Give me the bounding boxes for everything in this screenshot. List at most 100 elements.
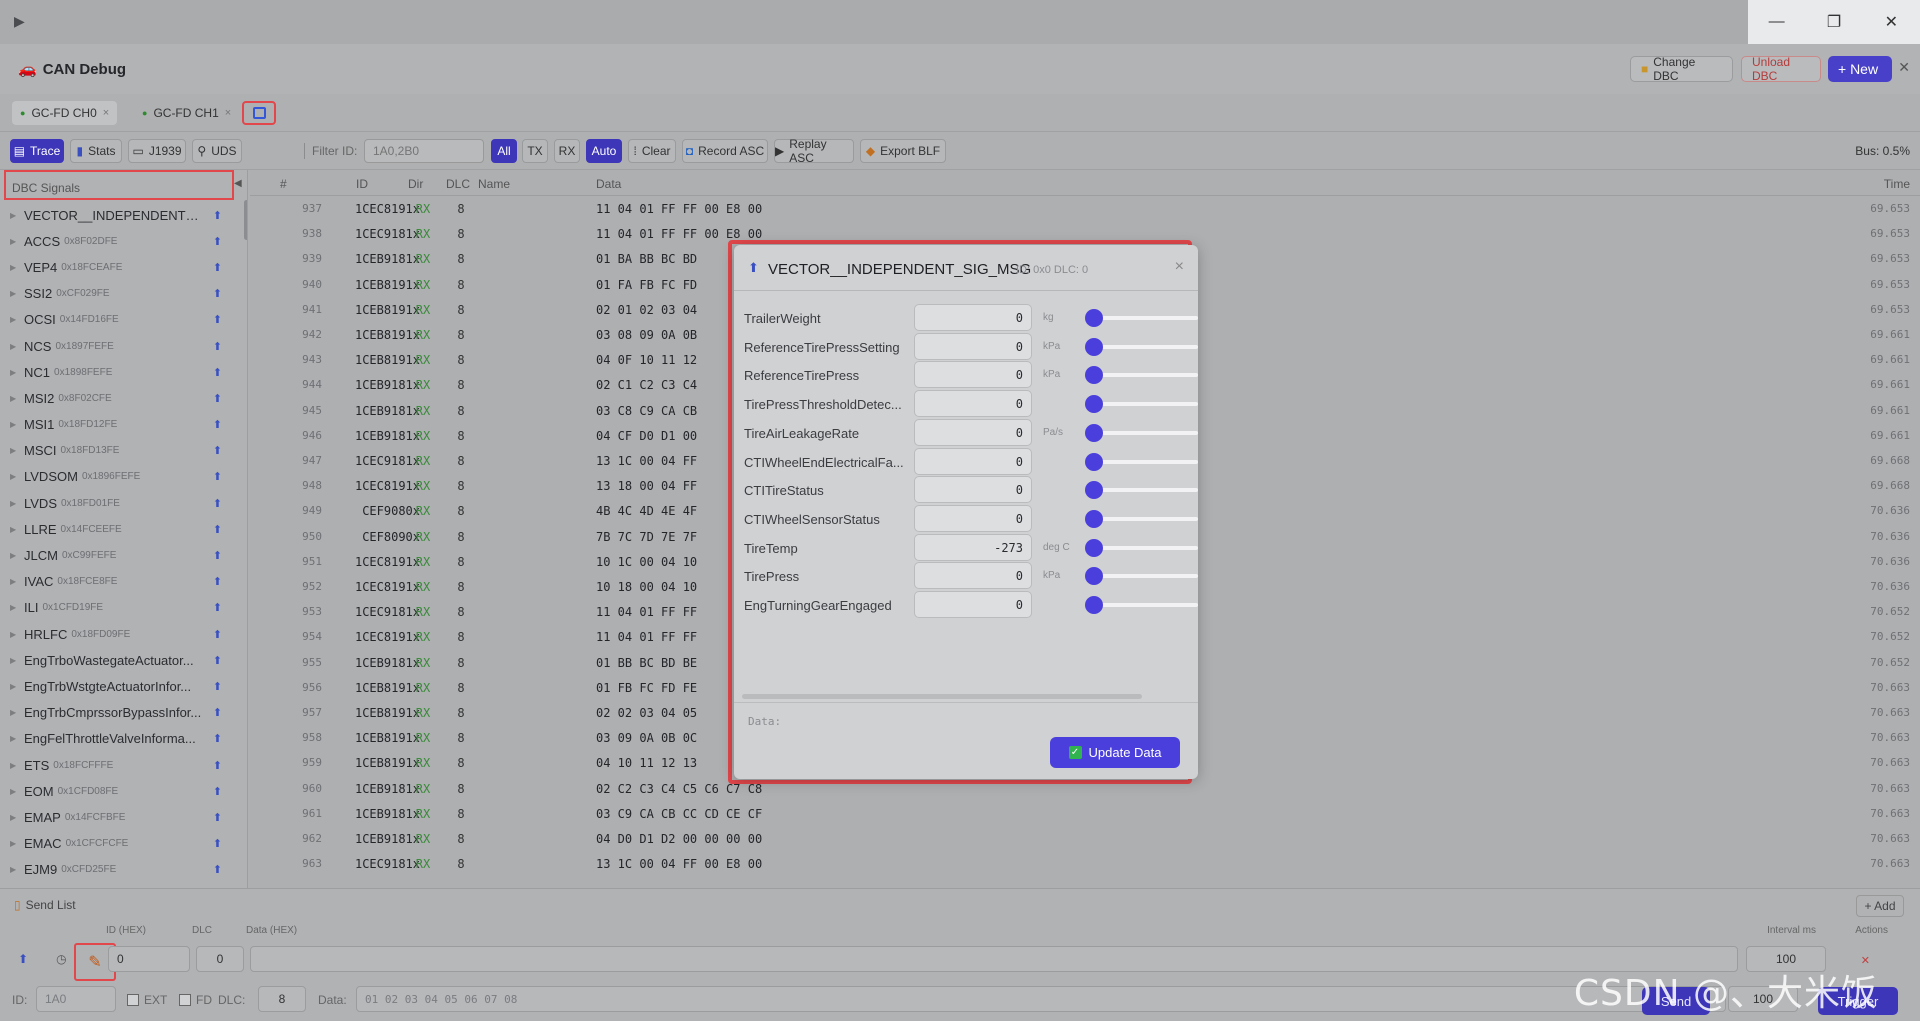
slider-handle[interactable] (1085, 538, 1103, 557)
record-asc-button[interactable]: ◘ Record ASC (682, 139, 768, 163)
signal-value-input[interactable]: 0 (914, 562, 1032, 590)
sidebar-item[interactable]: ▶ MSCI 0x18FD13FE ⬆ (0, 438, 244, 464)
slider-track[interactable] (1092, 373, 1198, 378)
send-icon[interactable]: ⬆ (213, 732, 222, 745)
run-icon[interactable]: ▶ (14, 13, 25, 30)
send-icon[interactable]: ⬆ (213, 863, 222, 876)
sidebar-item[interactable]: ▶ ETS 0x18FCFFFE ⬆ (0, 752, 244, 778)
expand-icon[interactable]: ▶ (10, 734, 24, 743)
sidebar-item[interactable]: ▶ LVDSOM 0x1896FEFE ⬆ (0, 464, 244, 490)
sidebar-item[interactable]: ▶ HRLFC 0x18FD09FE ⬆ (0, 621, 244, 647)
sidebar-item[interactable]: ▶ EJM9 0xCFD25FE ⬆ (0, 857, 244, 883)
slider-track[interactable] (1092, 603, 1198, 607)
uds-tab[interactable]: ⚲ UDS (192, 139, 242, 163)
close-window-button[interactable]: ✕ (1863, 0, 1920, 44)
unload-dbc-button[interactable]: Unload DBC (1741, 55, 1821, 83)
slider-track[interactable] (1092, 316, 1198, 320)
send-icon[interactable]: ⬆ (213, 366, 222, 379)
tab-close-icon[interactable]: × (225, 107, 231, 119)
slider-handle[interactable] (1085, 567, 1103, 586)
send-icon[interactable]: ⬆ (213, 392, 222, 405)
add-channel-button[interactable] (242, 101, 276, 125)
slider-handle[interactable] (1085, 596, 1103, 614)
signal-value-input[interactable]: -273 (914, 533, 1032, 561)
expand-icon[interactable]: ▶ (10, 315, 24, 324)
slider-handle[interactable] (1085, 337, 1103, 356)
update-data-button[interactable]: ✓ Update Data (1050, 737, 1180, 768)
send-data-field[interactable] (250, 946, 1738, 972)
sidebar-item[interactable]: ▶ VECTOR__INDEPENDENT_SI... ⬆ (0, 202, 244, 228)
sidebar-item[interactable]: ▶ JLCM 0xC99FEFE ⬆ (0, 542, 244, 568)
slider-handle[interactable] (1085, 423, 1103, 442)
sidebar-item[interactable]: ▶ EOM 0x1CFD08FE ⬆ (0, 778, 244, 804)
sidebar-item[interactable]: ▶ ACCS 0x8F02DFE ⬆ (0, 228, 244, 254)
export-blf-button[interactable]: ◆ Export BLF (860, 139, 946, 163)
tab-channel-0[interactable]: ● GC-FD CH0 × (12, 101, 118, 125)
table-row[interactable]: 961 1CEB9181x RX 8 03 C9 CA CB CC CD CE CF 70… (250, 801, 1920, 826)
filter-rx-button[interactable]: RX (554, 139, 580, 163)
send-icon[interactable]: ⬆ (213, 340, 222, 353)
slider-handle[interactable] (1085, 509, 1103, 528)
expand-icon[interactable]: ▶ (10, 761, 24, 770)
send-icon[interactable]: ⬆ (213, 444, 222, 457)
sidebar-item[interactable]: ▶ SSI2 0xCF029FE ⬆ (0, 281, 244, 307)
expand-icon[interactable]: ▶ (10, 237, 24, 246)
clear-button[interactable]: ⁞ Clear (628, 139, 676, 163)
sidebar-item[interactable]: ▶ EngFelThrottleValveInforma... ⬆ (0, 726, 244, 752)
send-icon[interactable]: ⬆ (213, 523, 222, 536)
send-icon[interactable]: ⬆ (213, 706, 222, 719)
maximize-button[interactable]: ❐ (1805, 0, 1862, 44)
quick-dlc-input[interactable]: 8 (258, 986, 306, 1012)
send-id-field[interactable]: 0 (108, 946, 190, 972)
signal-value-input[interactable]: 0 (914, 304, 1032, 331)
expand-icon[interactable]: ▶ (10, 813, 24, 822)
expand-icon[interactable]: ▶ (10, 289, 24, 298)
send-icon[interactable]: ⬆ (213, 811, 222, 824)
send-icon[interactable]: ⬆ (18, 952, 28, 966)
expand-icon[interactable]: ▶ (10, 551, 24, 560)
slider-track[interactable] (1092, 545, 1198, 550)
tab-channel-1[interactable]: ● GC-FD CH1 × (134, 101, 239, 125)
sidebar-item[interactable]: ▶ LVDS 0x18FD01FE ⬆ (0, 490, 244, 516)
sidebar-scrollbar[interactable] (244, 200, 247, 240)
sidebar-item[interactable]: ▶ IVAC 0x18FCE8FE ⬆ (0, 569, 244, 595)
fd-checkbox[interactable] (179, 994, 191, 1006)
signal-value-input[interactable]: 0 (914, 361, 1032, 389)
expand-icon[interactable]: ▶ (10, 420, 24, 429)
quick-id-input[interactable]: 1A0 (36, 986, 116, 1012)
close-icon[interactable]: ✕ (1898, 59, 1910, 76)
sidebar-item[interactable]: ▶ LLRE 0x14FCEEFE ⬆ (0, 516, 244, 542)
expand-icon[interactable]: ▶ (10, 499, 24, 508)
send-dlc-field[interactable]: 0 (196, 946, 244, 972)
slider-track[interactable] (1092, 488, 1198, 493)
ext-checkbox[interactable] (127, 994, 139, 1006)
sidebar-item[interactable]: ▶ EngTrbWstgteActuatorInfor... ⬆ (0, 673, 244, 699)
expand-icon[interactable]: ▶ (10, 839, 24, 848)
signal-value-input[interactable]: 0 (914, 476, 1032, 504)
slider-handle[interactable] (1085, 395, 1103, 414)
filter-tx-button[interactable]: TX (522, 139, 548, 163)
send-icon[interactable]: ⬆ (213, 235, 222, 248)
expand-icon[interactable]: ▶ (10, 656, 24, 665)
sidebar-item[interactable]: ▶ NC1 0x1898FEFE ⬆ (0, 359, 244, 385)
sidebar-item[interactable]: ▶ EMAC 0x1CFCFCFE ⬆ (0, 831, 244, 857)
expand-icon[interactable]: ▶ (10, 630, 24, 639)
sidebar-item[interactable]: ▶ NCS 0x1897FEFE ⬆ (0, 333, 244, 359)
table-row[interactable]: 963 1CEC9181x RX 8 13 1C 00 04 FF 00 E8 00 70… (250, 851, 1920, 876)
sidebar-item[interactable]: ▶ EngTrbCmprssorBypassInfor... ⬆ (0, 700, 244, 726)
slider-track[interactable] (1092, 516, 1198, 521)
send-icon[interactable]: ⬆ (213, 418, 222, 431)
trace-tab[interactable]: ▤ Trace (10, 139, 64, 163)
send-icon[interactable]: ⬆ (213, 601, 222, 614)
slider-track[interactable] (1092, 344, 1198, 349)
expand-icon[interactable]: ▶ (10, 472, 24, 481)
expand-icon[interactable]: ▶ (10, 603, 24, 612)
send-icon[interactable]: ⬆ (213, 680, 222, 693)
sidebar-item[interactable]: ▶ OCSI 0x14FD16FE ⬆ (0, 307, 244, 333)
minimize-button[interactable]: — (1748, 0, 1805, 44)
send-icon[interactable]: ⬆ (213, 287, 222, 300)
expand-icon[interactable]: ▶ (10, 446, 24, 455)
timer-icon[interactable]: ◷ (56, 952, 66, 966)
add-send-button[interactable]: + Add (1856, 895, 1904, 917)
slider-track[interactable] (1092, 402, 1198, 407)
